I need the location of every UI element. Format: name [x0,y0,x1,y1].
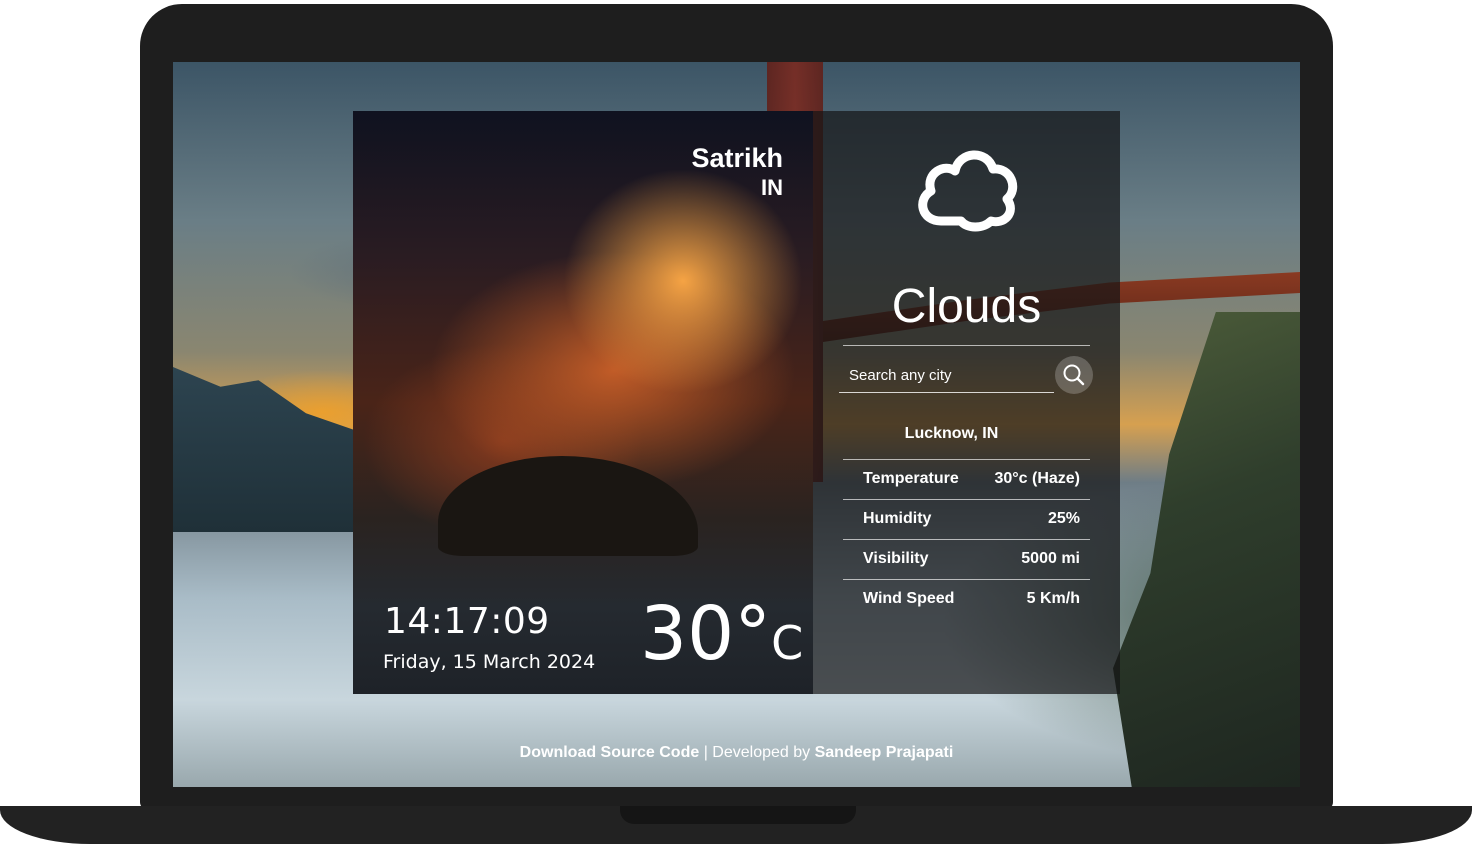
current-time: 14:17:09 [384,601,550,642]
detail-value: 5000 mi [1021,550,1080,567]
laptop-notch [620,806,856,824]
location: Satrikh IN [691,143,783,203]
background-mountain [173,367,363,532]
detail-row-temperature: Temperature 30°c (Haze) [843,459,1090,499]
download-source-link[interactable]: Download Source Code [520,744,700,761]
search-result-city: Lucknow, IN [904,425,999,442]
divider [843,345,1090,346]
current-date: Friday, 15 March 2024 [383,651,596,673]
search-button[interactable] [1055,356,1093,394]
footer: Download Source Code | Developed by Sand… [173,744,1300,762]
footer-separator: | Developed by [699,744,815,761]
country-code: IN [761,175,783,200]
temperature-value: 30° [640,591,772,677]
detail-row-humidity: Humidity 25% [843,499,1090,539]
detail-label: Visibility [863,550,929,567]
detail-row-wind-speed: Wind Speed 5 Km/h [843,579,1090,619]
detail-row-visibility: Visibility 5000 mi [843,539,1090,579]
current-temperature: 30°C [640,591,803,677]
detail-value: 25% [1047,510,1080,527]
detail-label: Wind Speed [863,590,955,607]
cloud-icon [918,150,1018,232]
temperature-unit: C [771,616,804,670]
author-link[interactable]: Sandeep Prajapati [815,744,954,761]
weather-image-panel: Satrikh IN 14:17:09 Friday, 15 March 202… [353,111,813,694]
detail-label: Humidity [863,510,932,527]
search-icon [1063,364,1085,386]
detail-value: 5 Km/h [1026,590,1080,607]
background-rocks [1113,312,1300,787]
weather-details-panel: Clouds Lucknow, IN Temperature 30°c (Haz… [813,111,1120,694]
storm-island [438,456,698,556]
weather-condition: Clouds [891,280,1042,333]
detail-label: Temperature [863,470,959,487]
city-name: Satrikh [691,143,783,173]
detail-value: 30°c (Haze) [994,470,1080,487]
search-input[interactable] [839,359,1054,393]
